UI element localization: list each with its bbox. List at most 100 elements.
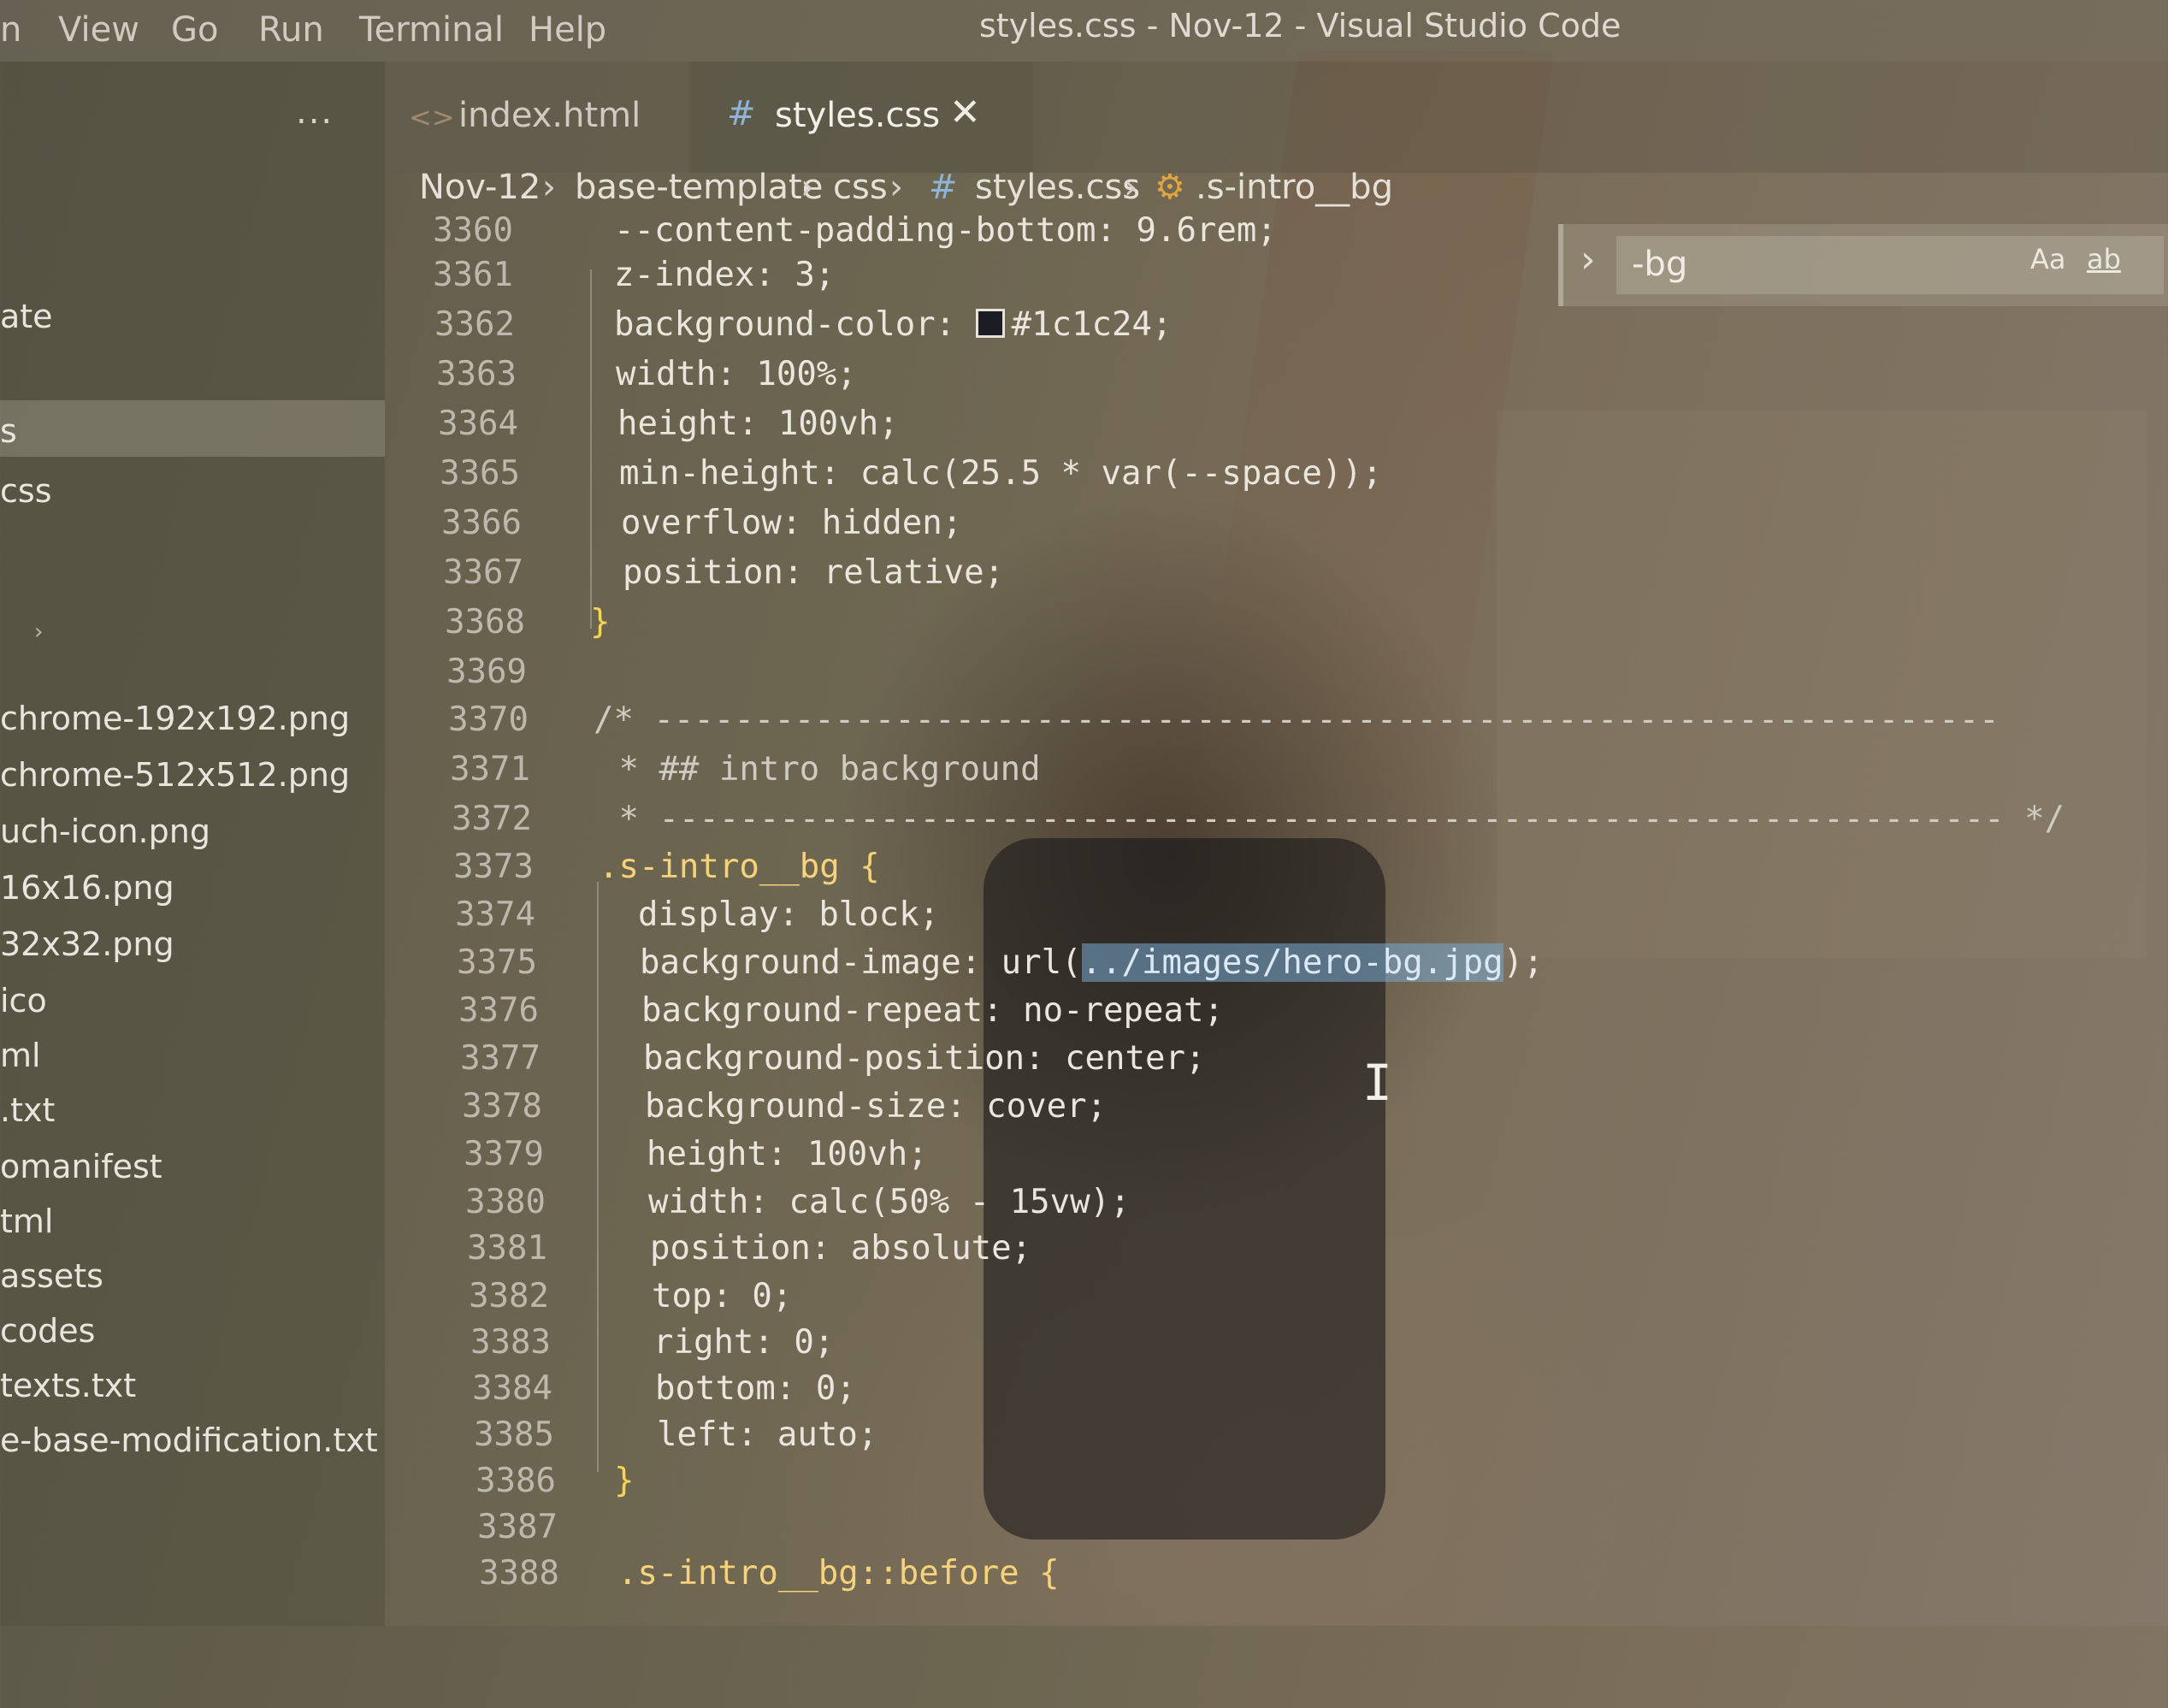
- line-number: 3374: [455, 895, 535, 934]
- line-number: 3361: [433, 256, 513, 294]
- explorer-item[interactable]: codes: [0, 1312, 95, 1350]
- code-line: 3364 height: 100vh;: [385, 405, 899, 452]
- indent-guide: [597, 882, 599, 1472]
- code-line: 3387: [385, 1508, 558, 1556]
- line-number: 3382: [469, 1277, 549, 1315]
- line-content: right: 0;: [653, 1323, 835, 1362]
- chevron-right-icon[interactable]: ›: [34, 619, 43, 645]
- menu-item-run[interactable]: Run: [258, 10, 324, 50]
- color-value: #1c1c24;: [1011, 305, 1173, 344]
- code-line: 3372 * ---------------------------------…: [385, 800, 2065, 848]
- menu-item-go[interactable]: Go: [171, 10, 218, 50]
- code-line: 3362 background-color: #1c1c24;: [385, 305, 1172, 353]
- line-number: 3388: [479, 1554, 559, 1593]
- breadcrumb-item[interactable]: Nov-12: [419, 168, 541, 207]
- code-line: 3363 width: 100%;: [385, 355, 857, 403]
- explorer-item[interactable]: .txt: [0, 1091, 55, 1129]
- explorer-item[interactable]: 16x16.png: [0, 869, 174, 907]
- explorer-item[interactable]: ico: [0, 982, 47, 1019]
- line-content: overflow: hidden;: [621, 504, 963, 542]
- tab-label[interactable]: index.html: [458, 96, 641, 135]
- line-content: .s-intro__bg {: [599, 848, 880, 886]
- code-line: 3360 --content-padding-bottom: 9.6rem;: [385, 211, 1277, 259]
- line-content: position: relative;: [623, 553, 1005, 592]
- line-number: 3364: [438, 405, 518, 443]
- tab-label[interactable]: styles.css: [775, 96, 940, 135]
- line-content: height: 100vh;: [617, 405, 899, 443]
- window-title: styles.css - Nov-12 - Visual Studio Code: [979, 7, 1622, 44]
- code-line: 3365 min-height: calc(25.5 * var(--space…: [385, 454, 1382, 502]
- line-content: background-color: #1c1c24;: [614, 305, 1172, 344]
- breadcrumb-item[interactable]: base-template: [575, 168, 823, 207]
- explorer-item[interactable]: uch-icon.png: [0, 813, 210, 850]
- line-content: }: [590, 603, 611, 641]
- line-number: 3363: [436, 355, 517, 393]
- symbol-class-icon: ⚙: [1155, 168, 1185, 207]
- breadcrumb-item[interactable]: css: [833, 168, 888, 207]
- line-content: min-height: calc(25.5 * var(--space));: [619, 454, 1383, 493]
- code-line: 3374 display: block;: [385, 895, 939, 943]
- explorer-item[interactable]: 32x32.png: [0, 925, 174, 963]
- menu-item-view[interactable]: View: [58, 10, 139, 50]
- code-line: 3369: [385, 653, 527, 700]
- line-content: left: auto;: [657, 1415, 878, 1454]
- line-number: 3360: [433, 211, 513, 250]
- line-number: 3368: [445, 603, 525, 641]
- code-line: 3376 background-repeat: no-repeat;: [385, 991, 1224, 1039]
- explorer-item[interactable]: ate: [0, 298, 53, 335]
- explorer-item[interactable]: assets: [0, 1257, 103, 1295]
- explorer-item[interactable]: tml: [0, 1203, 53, 1240]
- line-content: top: 0;: [652, 1277, 793, 1315]
- breadcrumb-item[interactable]: .s-intro__bg: [1196, 168, 1393, 207]
- code-line: 3385 left: auto;: [385, 1415, 877, 1463]
- line-content: background-size: cover;: [645, 1087, 1108, 1126]
- explorer-item[interactable]: chrome-512x512.png: [0, 756, 350, 794]
- line-number: 3365: [440, 454, 520, 493]
- explorer-item[interactable]: e-base-modification.txt: [0, 1421, 378, 1459]
- code-line: 3379 height: 100vh;: [385, 1135, 928, 1183]
- line-number: 3379: [464, 1135, 544, 1173]
- line-number: 3366: [441, 504, 522, 542]
- hash-icon: #: [727, 94, 756, 133]
- code-line: 3370 /* --------------------------------…: [385, 700, 2000, 748]
- code-line: 3388 .s-intro__bg::before {: [385, 1554, 1059, 1602]
- close-icon[interactable]: ✕: [949, 91, 981, 134]
- selected-row-highlight: [0, 400, 385, 457]
- indent-guide: [590, 269, 592, 629]
- explorer-item[interactable]: chrome-192x192.png: [0, 700, 350, 737]
- chevron-right-icon: ›: [542, 168, 556, 207]
- chevron-right-icon: ›: [800, 168, 814, 207]
- hash-icon: #: [929, 168, 958, 207]
- code-brackets-icon: <>: [409, 101, 455, 133]
- explorer-item[interactable]: omanifest: [0, 1148, 162, 1185]
- code-line: 3371 * ## intro background: [385, 750, 1040, 798]
- explorer-item[interactable]: s: [0, 412, 17, 450]
- line-number: 3380: [465, 1183, 546, 1221]
- menu-item-partial[interactable]: n: [0, 10, 21, 50]
- line-content: --content-padding-bottom: 9.6rem;: [614, 211, 1277, 250]
- line-number: 3373: [453, 848, 534, 886]
- line-content: /* -------------------------------------…: [594, 700, 2000, 739]
- code-line: 3367 position: relative;: [385, 553, 1004, 601]
- property-text: background-color:: [614, 305, 976, 344]
- code-line: 3386 }: [385, 1462, 634, 1510]
- menu-item-terminal[interactable]: Terminal: [359, 10, 504, 50]
- menu-item-help[interactable]: Help: [529, 10, 606, 50]
- text-cursor-icon: I: [1362, 1054, 1392, 1112]
- line-number: 3384: [472, 1369, 552, 1408]
- code-line: 3383 right: 0;: [385, 1323, 834, 1371]
- code-line: 3368 }: [385, 603, 610, 651]
- breadcrumb-item[interactable]: styles.css: [975, 168, 1140, 207]
- color-swatch[interactable]: [975, 309, 1005, 338]
- explorer-item[interactable]: texts.txt: [0, 1367, 136, 1404]
- explorer-item[interactable]: ml: [0, 1037, 41, 1074]
- line-content: background-position: center;: [643, 1039, 1206, 1078]
- chevron-right-icon: ›: [1124, 168, 1137, 207]
- code-editor[interactable]: 3360 --content-padding-bottom: 9.6rem; 3…: [385, 211, 2168, 1626]
- line-number: 3367: [443, 553, 523, 592]
- property-text: background-image: url(: [640, 943, 1082, 982]
- line-content: background-repeat: no-repeat;: [641, 991, 1224, 1030]
- code-line: 3373 .s-intro__bg {: [385, 848, 880, 895]
- more-actions-icon[interactable]: ...: [296, 92, 334, 132]
- explorer-item[interactable]: css: [0, 472, 52, 510]
